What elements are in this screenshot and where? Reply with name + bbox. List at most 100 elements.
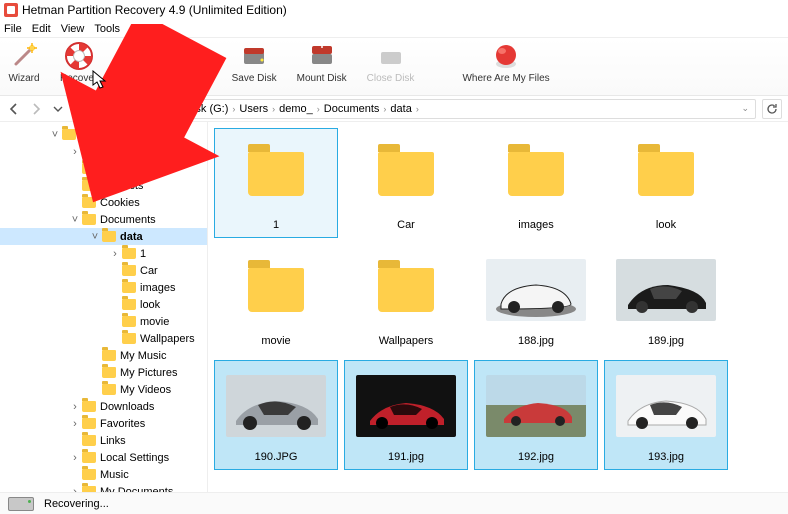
- wizard-label: Wizard: [8, 73, 39, 84]
- menu-edit[interactable]: Edit: [32, 23, 51, 35]
- folder-icon: [122, 248, 136, 259]
- where-button[interactable]: Where Are My Files: [462, 40, 549, 84]
- menu-help[interactable]: Help: [130, 23, 153, 35]
- folder-icon: [82, 435, 96, 446]
- file-item-192[interactable]: 192.jpg: [474, 360, 598, 470]
- folder-icon: [102, 384, 116, 395]
- content-area: ˅dem ›AppData Applicati... Contacts Cook…: [0, 122, 788, 492]
- crumb-data[interactable]: data: [390, 103, 411, 115]
- where-label: Where Are My Files: [462, 73, 549, 84]
- tree-node-wallpapers[interactable]: Wallpapers: [0, 330, 207, 347]
- file-item-189[interactable]: 189.jpg: [604, 244, 728, 354]
- tree-node-contacts[interactable]: Contacts: [0, 177, 207, 194]
- file-item-191[interactable]: 191.jpg: [344, 360, 468, 470]
- folder-icon: [102, 367, 116, 378]
- chevron-right-icon: ›: [383, 104, 386, 114]
- red-button-icon: [490, 40, 522, 72]
- nav-dropdown-button[interactable]: [50, 101, 66, 117]
- window-title: Hetman Partition Recovery 4.9 (Unlimited…: [22, 3, 287, 17]
- file-item-190[interactable]: 190.JPG: [214, 360, 338, 470]
- folder-icon: [122, 299, 136, 310]
- tree-node-look[interactable]: look: [0, 296, 207, 313]
- chevron-down-icon[interactable]: ⌄: [741, 103, 749, 114]
- item-label: 1: [273, 219, 279, 231]
- folder-icon: [508, 152, 564, 196]
- nav-back-button[interactable]: [6, 101, 22, 117]
- recover-label: Recover: [60, 73, 97, 84]
- folder-icon: [82, 197, 96, 208]
- tree-node-cookies[interactable]: Cookies: [0, 194, 207, 211]
- tree-node-myvideos[interactable]: My Videos: [0, 381, 207, 398]
- crumb-documents[interactable]: Documents: [324, 103, 380, 115]
- tree-node-1[interactable]: ›1: [0, 245, 207, 262]
- folder-item-movie[interactable]: movie: [214, 244, 338, 354]
- item-label: images: [518, 219, 553, 231]
- tree-node-mymusic[interactable]: My Music: [0, 347, 207, 364]
- tree-node-documents[interactable]: ˅Documents: [0, 211, 207, 228]
- crumb-users[interactable]: Users: [239, 103, 268, 115]
- folder-icon: [248, 268, 304, 312]
- savedisk-button[interactable]: Save Disk: [232, 40, 277, 84]
- file-item-188[interactable]: 188.jpg: [474, 244, 598, 354]
- recover-button[interactable]: Recover: [60, 40, 97, 84]
- tree-node-favorites[interactable]: ›Favorites: [0, 415, 207, 432]
- tree-node-images[interactable]: images: [0, 279, 207, 296]
- folder-icon: [82, 418, 96, 429]
- chevron-right-icon: ›: [272, 104, 275, 114]
- image-thumbnail: [616, 375, 716, 437]
- item-label: 191.jpg: [388, 451, 424, 463]
- folder-icon: [248, 152, 304, 196]
- nav-bar: Disk (G:)› Users› demo_› Documents› data…: [0, 96, 788, 122]
- mountdisk-label: Mount Disk: [297, 73, 347, 84]
- image-thumbnail: [486, 375, 586, 437]
- tree-node-movie[interactable]: movie: [0, 313, 207, 330]
- item-label: 193.jpg: [648, 451, 684, 463]
- tree-node-appdata[interactable]: ›AppData: [0, 143, 207, 160]
- folder-icon: [122, 316, 136, 327]
- folder-icon: [82, 469, 96, 480]
- refresh-button[interactable]: [762, 99, 782, 119]
- chevron-right-icon: ›: [232, 104, 235, 114]
- folder-item-1[interactable]: 1: [214, 128, 338, 238]
- tree-node-data[interactable]: ˅data: [0, 228, 207, 245]
- file-item-193[interactable]: 193.jpg: [604, 360, 728, 470]
- folder-icon: [82, 146, 96, 157]
- wizard-button[interactable]: Wizard: [8, 40, 40, 84]
- file-grid[interactable]: 1 Car images look movie Wallpapers 188.j…: [208, 122, 788, 492]
- folder-item-car[interactable]: Car: [344, 128, 468, 238]
- menu-tools[interactable]: Tools: [94, 23, 120, 35]
- tree-node-application[interactable]: Applicati...: [0, 160, 207, 177]
- wand-icon: [8, 40, 40, 72]
- folder-item-images[interactable]: images: [474, 128, 598, 238]
- closedisk-label: Close Disk: [367, 73, 415, 84]
- tree-node-car[interactable]: Car: [0, 262, 207, 279]
- nav-up-button[interactable]: [72, 101, 88, 117]
- breadcrumb[interactable]: Disk (G:)› Users› demo_› Documents› data…: [94, 99, 756, 119]
- findfile-button[interactable]: Find File: [145, 40, 183, 84]
- mountdisk-button[interactable]: Mount Disk: [297, 40, 347, 84]
- menu-view[interactable]: View: [61, 23, 85, 35]
- folder-icon: [82, 214, 96, 225]
- folder-icon: [82, 452, 96, 463]
- image-thumbnail: [226, 375, 326, 437]
- status-text: Recovering...: [44, 498, 109, 510]
- tree-node-music[interactable]: Music: [0, 466, 207, 483]
- nav-forward-button: [28, 101, 44, 117]
- chevron-right-icon: ›: [317, 104, 320, 114]
- crumb-disk[interactable]: Disk (G:): [185, 103, 228, 115]
- findfile-label: Find File: [145, 73, 183, 84]
- tree-node-links[interactable]: Links: [0, 432, 207, 449]
- toolbar: Wizard Recover Find File Save Disk Mount…: [0, 38, 788, 96]
- folder-icon: [82, 163, 96, 174]
- folder-icon: [122, 333, 136, 344]
- tree-node-demo[interactable]: ˅dem: [0, 126, 207, 143]
- crumb-demo[interactable]: demo_: [279, 103, 313, 115]
- folder-item-wallpapers[interactable]: Wallpapers: [344, 244, 468, 354]
- tree-node-mypictures[interactable]: My Pictures: [0, 364, 207, 381]
- folder-item-look[interactable]: look: [604, 128, 728, 238]
- tree-node-localsettings[interactable]: ›Local Settings: [0, 449, 207, 466]
- tree-node-downloads[interactable]: ›Downloads: [0, 398, 207, 415]
- folder-tree[interactable]: ˅dem ›AppData Applicati... Contacts Cook…: [0, 122, 208, 492]
- tree-node-mydocuments[interactable]: ›My Documents: [0, 483, 207, 492]
- menu-file[interactable]: File: [4, 23, 22, 35]
